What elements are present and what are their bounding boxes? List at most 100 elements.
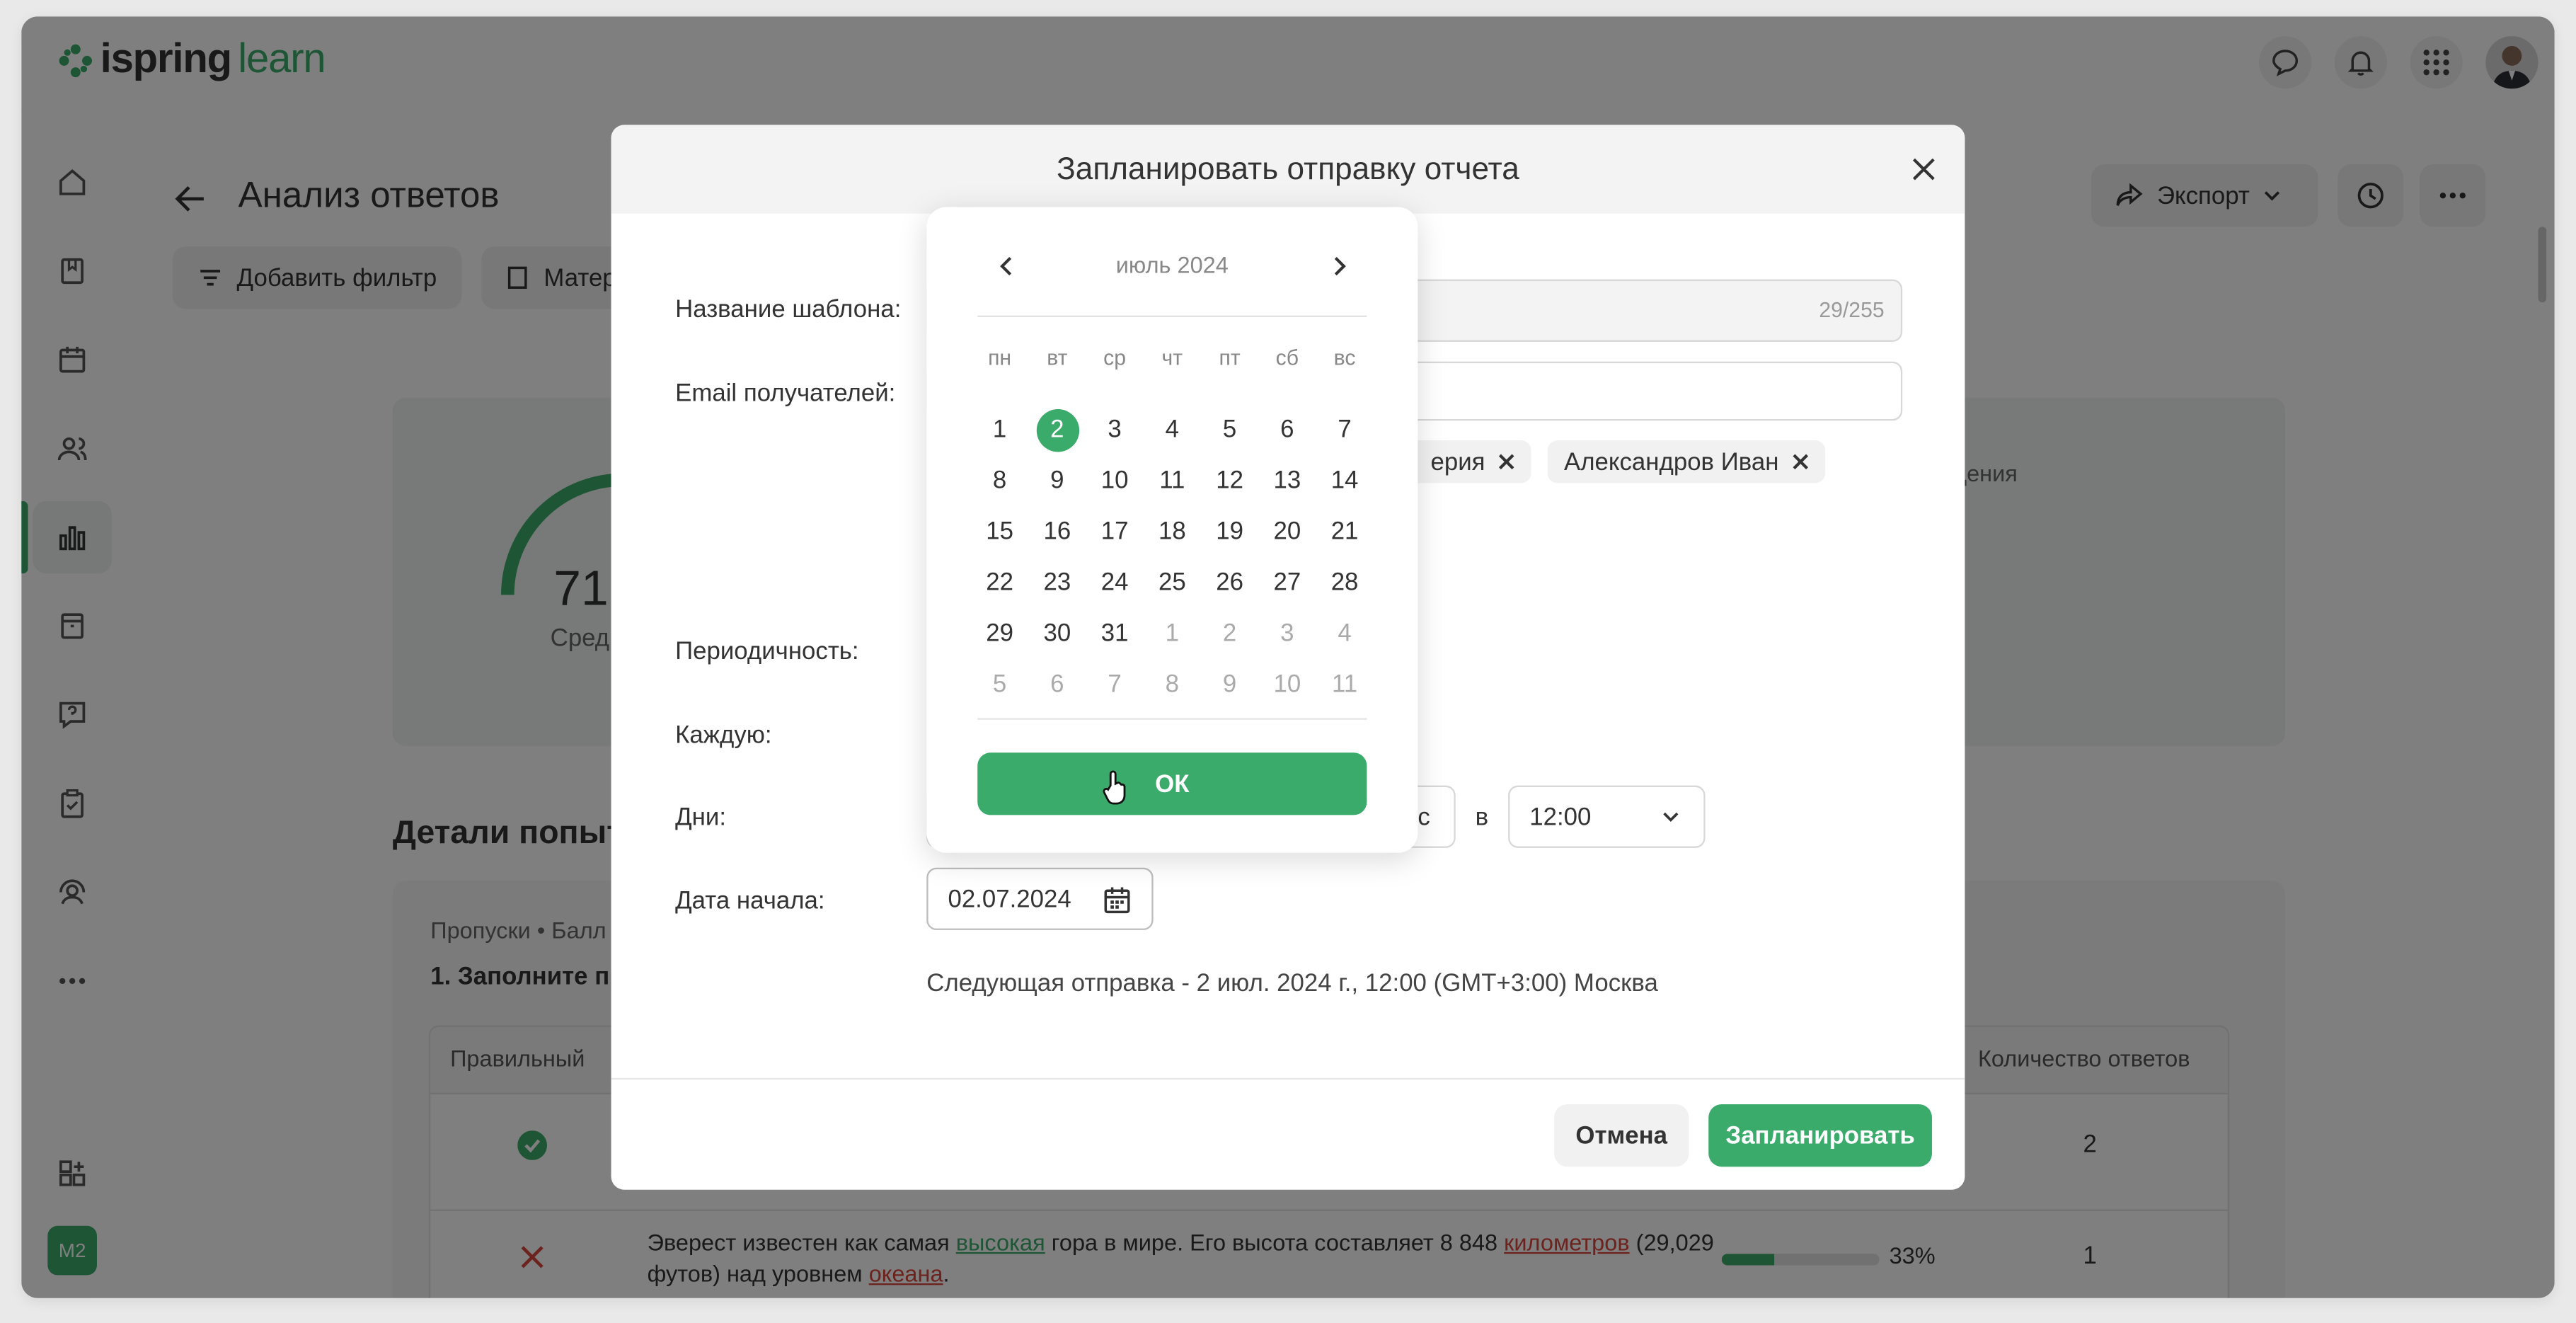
close-icon[interactable]	[1912, 158, 1935, 181]
calendar-day[interactable]: 10	[1258, 659, 1316, 710]
recipient-name: Александров Иван	[1563, 447, 1779, 476]
calendar-day[interactable]: 16	[1028, 506, 1086, 557]
calendar-day-number: 16	[1043, 517, 1071, 546]
calendar-day[interactable]: 3	[1086, 404, 1143, 455]
calendar-day[interactable]: 15	[971, 506, 1028, 557]
weekday-label: ср	[1103, 345, 1126, 370]
start-date-value: 02.07.2024	[948, 886, 1071, 914]
calendar-day[interactable]: 2	[1201, 608, 1258, 659]
calendar-day[interactable]: 5	[1201, 404, 1258, 455]
calendar-day[interactable]: 29	[971, 608, 1028, 659]
calendar-day-number: 31	[1100, 619, 1129, 648]
calendar-day[interactable]: 6	[1258, 404, 1316, 455]
calendar-icon[interactable]	[1103, 886, 1132, 915]
char-counter: 29/255	[1819, 297, 1885, 322]
calendar-day-number: 13	[1273, 466, 1301, 495]
calendar-day-number: 1	[1165, 619, 1180, 648]
calendar-day[interactable]: 12	[1201, 455, 1258, 506]
time-select[interactable]: 12:00	[1508, 785, 1706, 848]
each-label: Каждую:	[675, 721, 772, 750]
modal-title: Запланировать отправку отчета	[1057, 152, 1519, 188]
weekday-label: сб	[1275, 345, 1299, 370]
modal-header: Запланировать отправку отчета	[611, 125, 1965, 214]
periodicity-label: Периодичность:	[675, 637, 859, 666]
calendar-day-number: 14	[1330, 466, 1359, 495]
calendar-day[interactable]: 11	[1144, 455, 1201, 506]
calendar-day[interactable]: 8	[971, 455, 1028, 506]
chevron-down-icon	[1663, 812, 1679, 823]
calendar-day-number: 5	[1222, 416, 1237, 444]
remove-chip-icon[interactable]	[1498, 454, 1514, 470]
ok-button[interactable]: ОК	[977, 752, 1367, 815]
weekday-label: пт	[1219, 345, 1241, 370]
calendar-day-number: 5	[992, 670, 1007, 699]
time-value: 12:00	[1529, 803, 1592, 832]
calendar-day[interactable]: 18	[1144, 506, 1201, 557]
day-partial: с	[1418, 803, 1430, 832]
calendar-day[interactable]: 13	[1258, 455, 1316, 506]
calendar-day-number: 6	[1050, 670, 1064, 699]
calendar-day[interactable]: 7	[1086, 659, 1143, 710]
calendar-day[interactable]: 4	[1316, 608, 1373, 659]
calendar-day[interactable]: 24	[1086, 557, 1143, 608]
remove-chip-icon[interactable]	[1792, 454, 1808, 470]
weekday-label: вт	[1047, 345, 1068, 370]
schedule-report-modal: Запланировать отправку отчета Название ш…	[611, 125, 1965, 1190]
calendar-day[interactable]: 21	[1316, 506, 1373, 557]
calendar-day[interactable]: 19	[1201, 506, 1258, 557]
calendar-day[interactable]: 1	[1144, 608, 1201, 659]
calendar-day[interactable]: 28	[1316, 557, 1373, 608]
calendar-day[interactable]: 5	[971, 659, 1028, 710]
calendar-day-number: 3	[1108, 416, 1122, 444]
calendar-day[interactable]: 20	[1258, 506, 1316, 557]
calendar-day-number: 10	[1100, 466, 1129, 495]
calendar-day-number: 23	[1043, 568, 1071, 597]
calendar-day[interactable]: 10	[1086, 455, 1143, 506]
calendar-day[interactable]: 9	[1028, 455, 1086, 506]
calendar-day-number: 21	[1330, 517, 1359, 546]
calendar-day[interactable]: 14	[1316, 455, 1373, 506]
cancel-button[interactable]: Отмена	[1554, 1104, 1689, 1167]
calendar-day[interactable]: 3	[1258, 608, 1316, 659]
calendar-day[interactable]: 9	[1201, 659, 1258, 710]
calendar-day-number: 9	[1222, 670, 1237, 699]
calendar-day-number: 9	[1050, 466, 1064, 495]
calendar-day-number: 3	[1280, 619, 1294, 648]
date-picker-popup: июль 2024 пн вт ср чт пт сб вс 1 2 3 4 5 6 7 8 9 10 11 12 1…	[926, 207, 1418, 853]
start-date-input[interactable]: 02.07.2024	[926, 867, 1154, 930]
calendar-day-number: 20	[1273, 517, 1301, 546]
calendar-day-number: 7	[1338, 416, 1352, 444]
calendar-grid: пн вт ср чт пт сб вс 1 2 3 4 5 6 7 8 9 10 11 12 13 14 15 16 17 1…	[971, 342, 1374, 710]
schedule-button[interactable]: Запланировать	[1708, 1104, 1932, 1167]
calendar-day[interactable]: 8	[1144, 659, 1201, 710]
calendar-day[interactable]: 26	[1201, 557, 1258, 608]
calendar-day[interactable]: 6	[1028, 659, 1086, 710]
calendar-day-number: 30	[1043, 619, 1071, 648]
calendar-day[interactable]: 27	[1258, 557, 1316, 608]
calendar-day-number: 8	[1165, 670, 1180, 699]
calendar-day-number: 11	[1331, 670, 1358, 699]
email-label: Email получателей:	[675, 379, 896, 408]
chevron-right-icon[interactable]	[1330, 255, 1347, 277]
calendar-day-number: 2	[1035, 408, 1079, 452]
weekday-label: чт	[1161, 345, 1183, 370]
calendar-day[interactable]: 25	[1144, 557, 1201, 608]
calendar-day[interactable]: 30	[1028, 608, 1086, 659]
calendar-day[interactable]: 31	[1086, 608, 1143, 659]
calendar-day[interactable]: 22	[971, 557, 1028, 608]
next-send-info: Следующая отправка - 2 июл. 2024 г., 12:…	[926, 969, 1658, 998]
calendar-day-selected[interactable]: 2	[1028, 404, 1086, 455]
calendar-day[interactable]: 23	[1028, 557, 1086, 608]
calendar-day-number: 11	[1159, 466, 1185, 495]
at-label: в	[1475, 803, 1489, 832]
calendar-day[interactable]: 1	[971, 404, 1028, 455]
calendar-day-number: 1	[992, 416, 1007, 444]
calendar-day-number: 24	[1100, 568, 1129, 597]
calendar-day-number: 28	[1330, 568, 1359, 597]
calendar-day[interactable]: 11	[1316, 659, 1373, 710]
calendar-day[interactable]: 4	[1144, 404, 1201, 455]
calendar-day[interactable]: 17	[1086, 506, 1143, 557]
calendar-day[interactable]: 7	[1316, 404, 1373, 455]
calendar-day-number: 2	[1222, 619, 1237, 648]
calendar-day-number: 8	[992, 466, 1007, 495]
